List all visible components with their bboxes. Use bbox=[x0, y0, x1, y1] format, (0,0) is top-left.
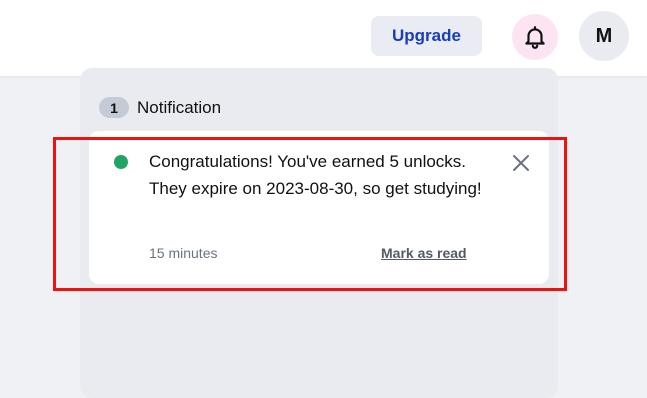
close-icon bbox=[513, 155, 529, 171]
dismiss-notification-button[interactable] bbox=[509, 151, 533, 175]
notifications-button[interactable] bbox=[512, 14, 558, 60]
user-avatar[interactable]: M bbox=[579, 11, 629, 61]
top-bar: Upgrade M bbox=[0, 0, 647, 76]
notifications-title: Notification bbox=[137, 97, 222, 117]
notification-timestamp: 15 minutes bbox=[149, 245, 218, 261]
upgrade-button[interactable]: Upgrade bbox=[371, 16, 482, 56]
notification-message: Congratulations! You've earned 5 unlocks… bbox=[149, 152, 482, 198]
notification-count-badge: 1 bbox=[99, 97, 129, 118]
notifications-header: 1 Notification bbox=[99, 97, 221, 118]
bell-icon bbox=[525, 26, 545, 49]
unread-indicator-dot bbox=[114, 155, 128, 169]
mark-as-read-link[interactable]: Mark as read bbox=[381, 245, 467, 261]
